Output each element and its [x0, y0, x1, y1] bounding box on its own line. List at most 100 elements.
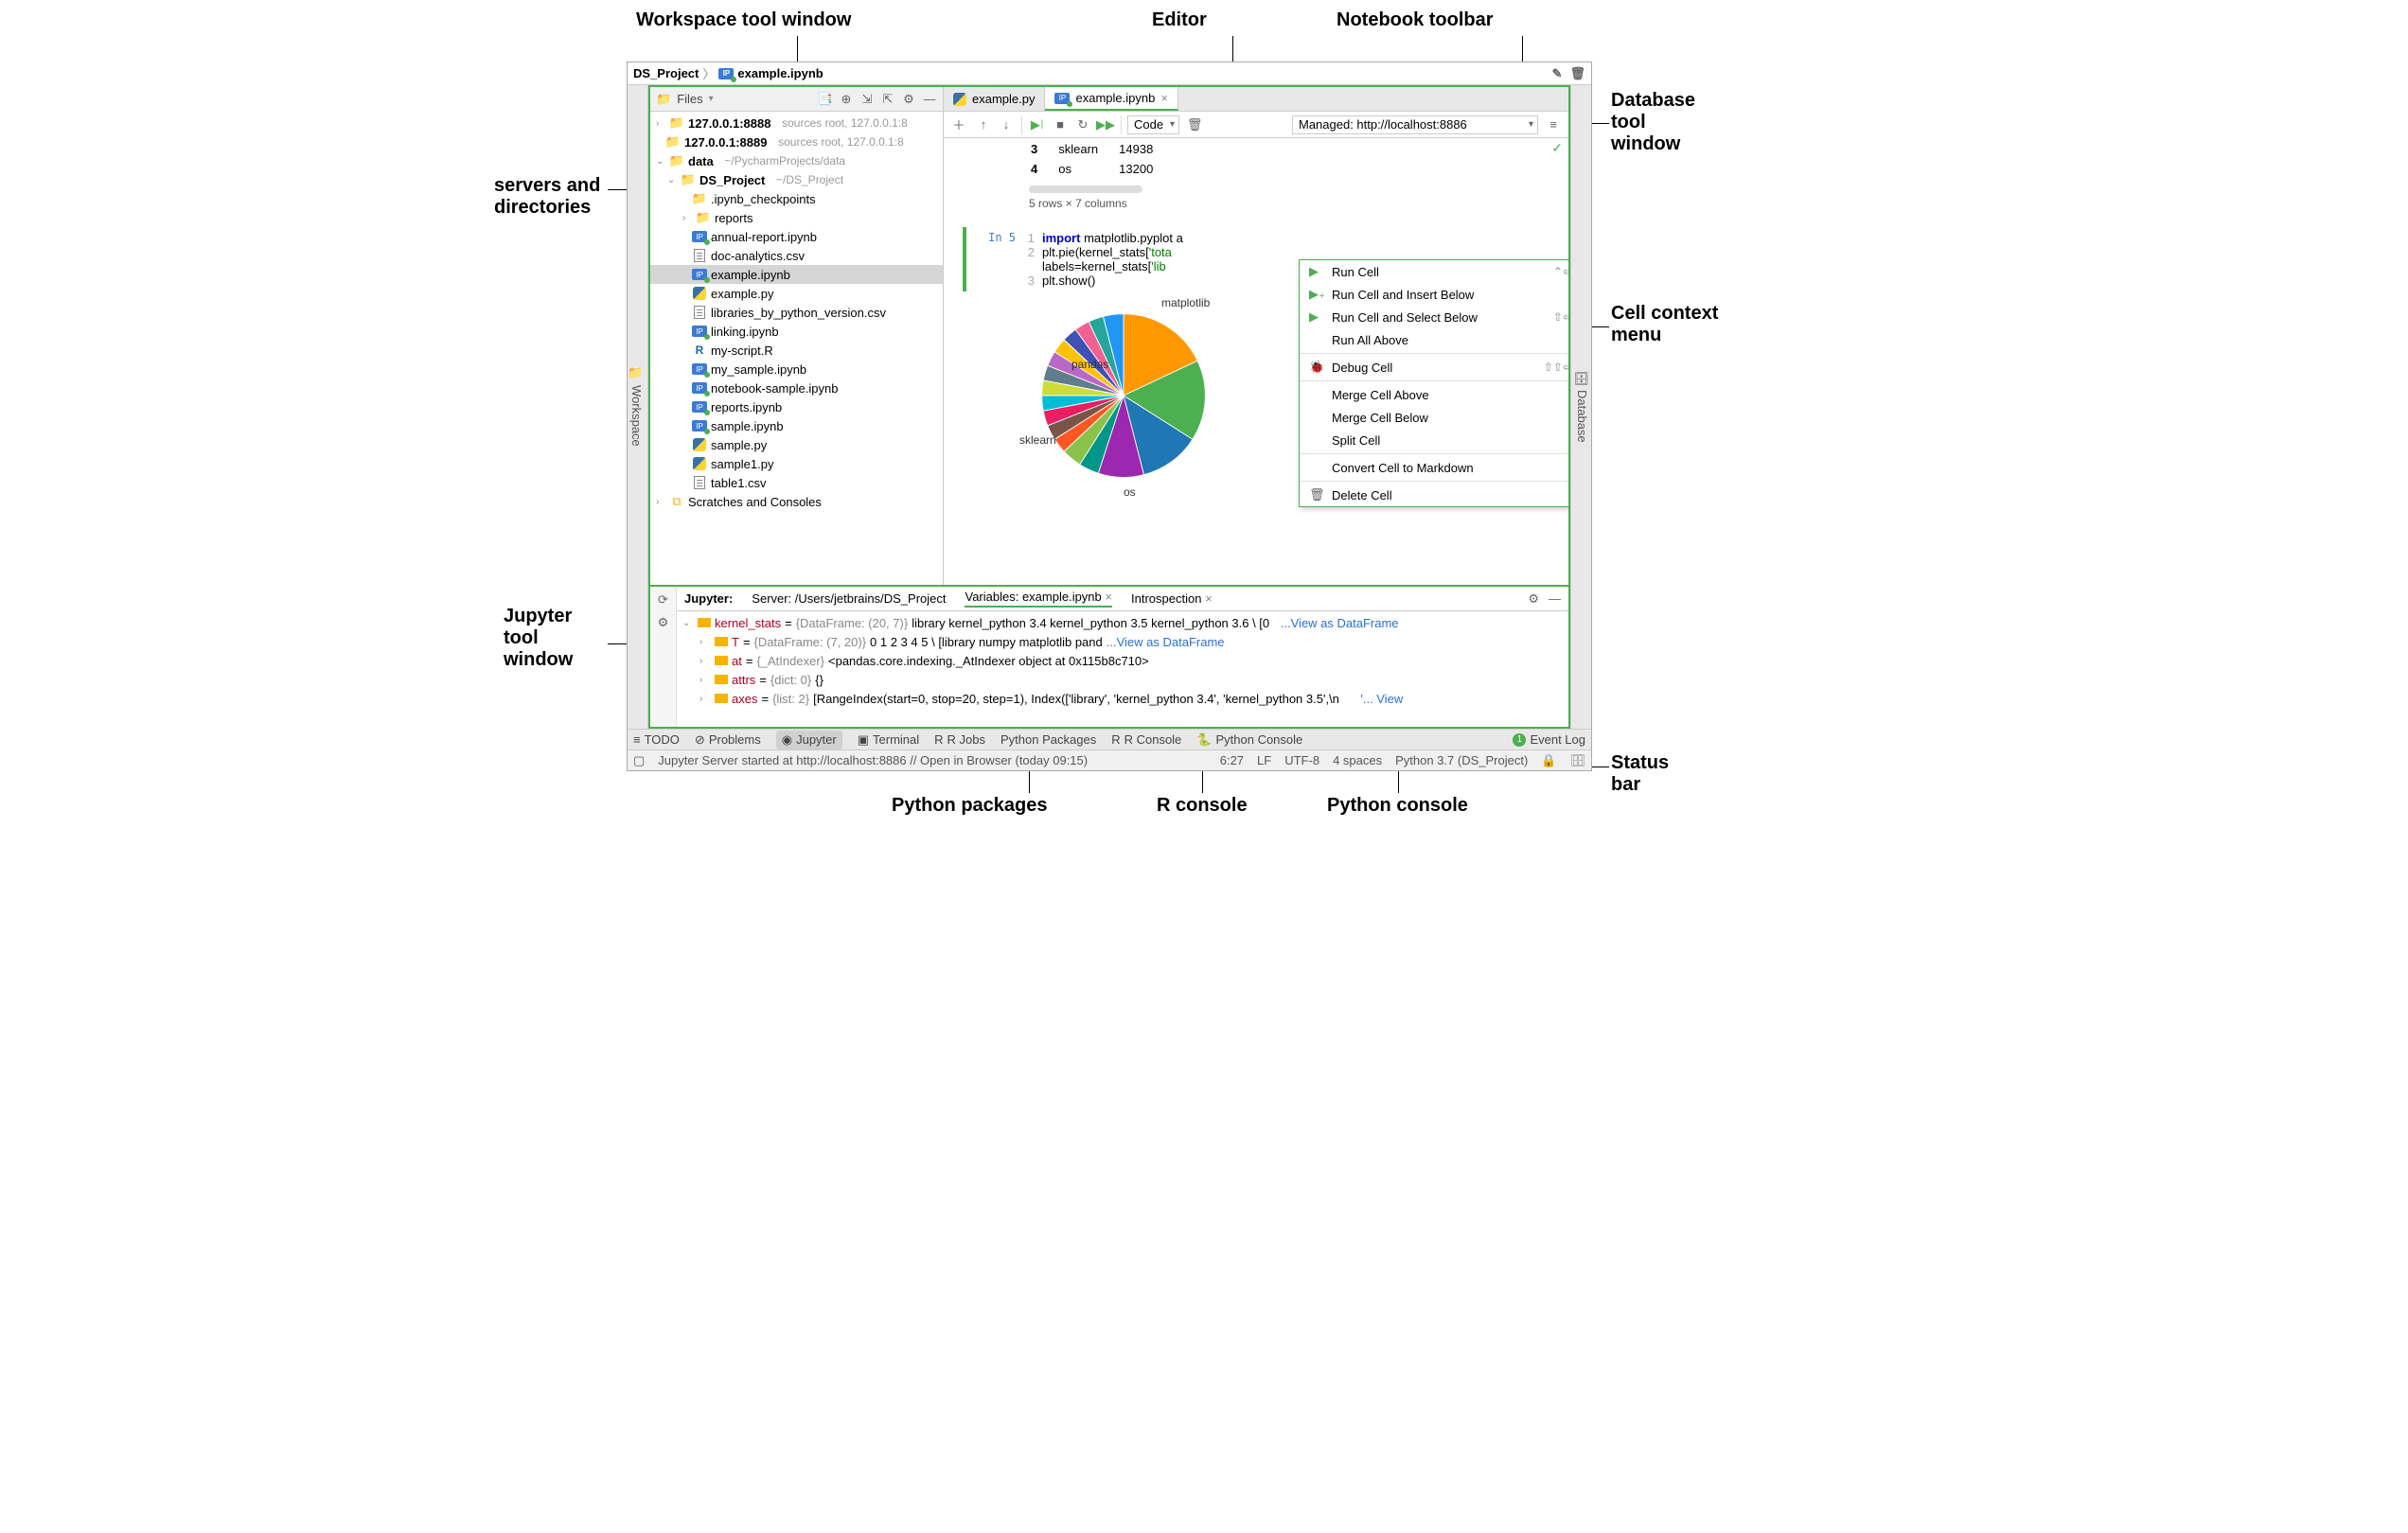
tree-file[interactable]: sample1.py	[650, 454, 943, 473]
database-tool-button[interactable]: 🗄 Database	[1573, 367, 1591, 446]
close-tab-icon[interactable]: ×	[1160, 91, 1168, 105]
line-ending[interactable]: LF	[1257, 753, 1271, 767]
ctx-convert-md[interactable]: Convert Cell to Markdown	[1300, 456, 1568, 479]
terminal-tool-button[interactable]: ▣ Terminal	[858, 732, 919, 748]
rjobs-tool-button[interactable]: R R Jobs	[934, 732, 985, 747]
tree-reports-dir[interactable]: ›📁reports	[650, 208, 943, 227]
ctx-run-all-above[interactable]: Run All Above	[1300, 328, 1568, 351]
jupyter-server-select[interactable]: Managed: http://localhost:8886	[1292, 115, 1538, 134]
var-row[interactable]: ⌄kernel_stats = {DataFrame: (20, 7)} lib…	[682, 613, 1563, 632]
tree-file[interactable]: IPreports.ipynb	[650, 397, 943, 416]
gear-icon[interactable]: ⚙	[901, 92, 916, 107]
expand-icon[interactable]: ⇲	[859, 92, 875, 107]
tree-file[interactable]: IPannual-report.ipynb	[650, 227, 943, 246]
r-console-tool-button[interactable]: R R Console	[1111, 732, 1181, 747]
problems-tool-button[interactable]: ⊘ Problems	[695, 732, 761, 748]
delete-cell-button[interactable]: 🗑	[1185, 115, 1204, 134]
tree-file[interactable]: doc-analytics.csv	[650, 246, 943, 265]
refresh-icon[interactable]: ⟳	[658, 592, 668, 608]
jupyter-tool-button[interactable]: ◉ Jupyter	[776, 731, 842, 749]
jupyter-file-icon: IP	[718, 68, 734, 79]
tree-file[interactable]: example.py	[650, 284, 943, 303]
var-row[interactable]: ›T = {DataFrame: (7, 20)} 0 1 2 3 4 5 \ …	[682, 632, 1563, 651]
run-all-button[interactable]: ▶▶	[1096, 115, 1115, 134]
tree-file[interactable]: Rmy-script.R	[650, 341, 943, 360]
var-row[interactable]: ›attrs = {dict: 0} {}	[682, 670, 1563, 689]
todo-tool-button[interactable]: ≡ TODO	[633, 732, 680, 747]
var-row[interactable]: ›at = {_AtIndexer} <pandas.core.indexing…	[682, 651, 1563, 670]
trash-icon[interactable]: 🗑	[1569, 66, 1585, 81]
tree-scratches[interactable]: ›⧉Scratches and Consoles	[650, 492, 943, 511]
python-console-tool-button[interactable]: 🐍 Python Console	[1196, 732, 1302, 748]
ctx-debug-cell[interactable]: 🐞Debug Cell⇧⇧⏎	[1300, 356, 1568, 379]
workspace-tree[interactable]: ›📁127.0.0.1:8888 sources root, 127.0.0.1…	[650, 112, 943, 585]
tree-file[interactable]: sample.py	[650, 435, 943, 454]
tree-data-dir[interactable]: ⌄📁data ~/PycharmProjects/data	[650, 151, 943, 170]
tree-file[interactable]: libraries_by_python_version.csv	[650, 303, 943, 322]
ctx-run-insert-below[interactable]: ▶₊Run Cell and Insert Below	[1300, 283, 1568, 306]
move-down-button[interactable]: ↓	[997, 115, 1016, 134]
ctx-split[interactable]: Split Cell	[1300, 429, 1568, 451]
interrupt-button[interactable]: ■	[1051, 115, 1070, 134]
tree-checkpoints[interactable]: 📁.ipynb_checkpoints	[650, 189, 943, 208]
collapse-icon[interactable]: ⇱	[880, 92, 895, 107]
caret-position[interactable]: 6:27	[1220, 753, 1244, 767]
add-cell-button[interactable]: ＋	[949, 115, 968, 134]
edit-icon[interactable]: ✎	[1552, 66, 1563, 81]
var-row[interactable]: ›axes = {list: 2} [RangeIndex(start=0, s…	[682, 689, 1563, 708]
ctx-merge-above[interactable]: Merge Cell Above	[1300, 383, 1568, 406]
editor-content[interactable]: ✓ 3sklearn14938 4os13200 5 rows × 7 colu…	[944, 138, 1568, 585]
tree-project-dir[interactable]: ⌄📁DS_Project ~/DS_Project	[650, 170, 943, 189]
file-encoding[interactable]: UTF-8	[1284, 753, 1319, 767]
jupyter-server-tab[interactable]: Server: /Users/jetbrains/DS_Project	[752, 591, 946, 606]
indent-setting[interactable]: 4 spaces	[1333, 753, 1382, 767]
hide-icon[interactable]: —	[1549, 591, 1561, 607]
jupyter-introspection-tab[interactable]: Introspection ×	[1131, 591, 1213, 606]
tree-server-1[interactable]: ›📁127.0.0.1:8888 sources root, 127.0.0.1…	[650, 114, 943, 132]
tree-file[interactable]: IPnotebook-sample.ipynb	[650, 379, 943, 397]
jupyter-file-icon: IP	[1054, 93, 1070, 104]
horizontal-scroll[interactable]	[1029, 185, 1142, 193]
annotation-nb-toolbar: Notebook toolbar	[1337, 9, 1494, 31]
tree-file[interactable]: IPsample.ipynb	[650, 416, 943, 435]
memory-indicator-icon[interactable]: 🗄	[1569, 753, 1585, 768]
bottom-tool-strip: ≡ TODO ⊘ Problems ◉ Jupyter ▣ Terminal R…	[628, 729, 1591, 749]
breadcrumb-file[interactable]: example.ipynb	[737, 66, 823, 80]
ctx-merge-below[interactable]: Merge Cell Below	[1300, 406, 1568, 429]
tab-example-py[interactable]: example.py	[944, 87, 1045, 111]
toggle-toolwindows-icon[interactable]: ▢	[633, 753, 645, 768]
jupyter-variables-tab[interactable]: Variables: example.ipynb ×	[965, 590, 1112, 608]
ctx-delete-cell[interactable]: 🗑Delete Cell	[1300, 484, 1568, 506]
gear-icon[interactable]: ⚙	[658, 615, 669, 630]
ctx-run-cell[interactable]: ▶Run Cell⌃⏎	[1300, 260, 1568, 283]
restart-button[interactable]: ↻	[1073, 115, 1092, 134]
cell-type-select[interactable]: Code	[1127, 115, 1179, 134]
tree-file[interactable]: IPmy_sample.ipynb	[650, 360, 943, 379]
locate-icon[interactable]: ⊕	[839, 92, 854, 107]
gear-icon[interactable]: ⚙	[1528, 591, 1539, 607]
tree-server-2[interactable]: 📁127.0.0.1:8889 sources root, 127.0.0.1:…	[650, 132, 943, 151]
add-server-icon[interactable]: 📑	[818, 92, 833, 107]
hide-icon[interactable]: —	[922, 92, 937, 107]
python-packages-tool-button[interactable]: Python Packages	[1000, 732, 1096, 747]
close-icon[interactable]: ×	[1105, 590, 1112, 604]
interpreter-selector[interactable]: Python 3.7 (DS_Project)	[1395, 753, 1528, 767]
tree-file-selected[interactable]: IPexample.ipynb	[650, 265, 943, 284]
workspace-view-selector[interactable]: Files	[677, 92, 702, 106]
run-cell-button[interactable]: ▶⎮	[1028, 115, 1047, 134]
python-file-icon	[953, 93, 966, 106]
lock-icon[interactable]: 🔒	[1541, 753, 1556, 768]
move-up-button[interactable]: ↑	[974, 115, 993, 134]
annotation-ctx: Cell context menu	[1611, 303, 1718, 346]
tree-file[interactable]: IPlinking.ipynb	[650, 322, 943, 341]
right-tool-gutter: 🗄 Database 📊 SciView	[1570, 85, 1591, 729]
notebook-more-icon[interactable]: ≡	[1544, 115, 1563, 134]
event-log-button[interactable]: 1 Event Log	[1513, 732, 1585, 747]
close-icon[interactable]: ×	[1205, 591, 1213, 606]
variables-tree[interactable]: ⌄kernel_stats = {DataFrame: (20, 7)} lib…	[677, 611, 1568, 727]
breadcrumb-project[interactable]: DS_Project	[633, 66, 699, 80]
tab-example-ipynb[interactable]: IPexample.ipynb×	[1045, 87, 1177, 111]
ctx-run-select-below[interactable]: ▶Run Cell and Select Below⇧⏎	[1300, 306, 1568, 328]
workspace-tool-button[interactable]: 📁 Workspace	[628, 363, 646, 450]
tree-file[interactable]: table1.csv	[650, 473, 943, 492]
